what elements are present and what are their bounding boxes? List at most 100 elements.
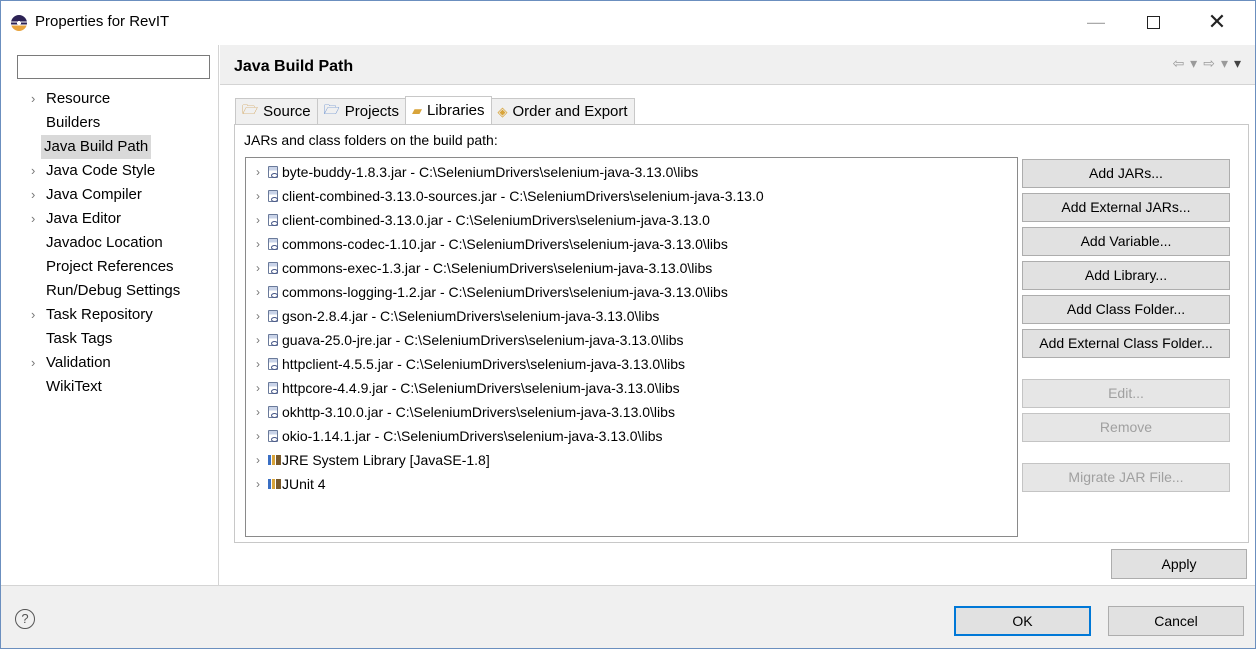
sidebar-item-java-compiler[interactable]: › Java Compiler <box>1 183 218 207</box>
sidebar-item-wikitext[interactable]: WikiText <box>1 375 218 399</box>
build-path-list[interactable]: › byte-buddy-1.8.3.jar - C:\SeleniumDrive… <box>245 157 1018 537</box>
chevron-right-icon[interactable]: › <box>31 207 35 231</box>
sidebar-item-project-references[interactable]: Project References <box>1 255 218 279</box>
add-external-class-folder-button[interactable]: Add External Class Folder... <box>1022 329 1230 358</box>
window-title: Properties for RevIT <box>35 13 170 30</box>
sidebar-item-task-tags[interactable]: Task Tags <box>1 327 218 351</box>
list-item-label: httpclient-4.5.5.jar - C:\SeleniumDriver… <box>282 356 686 372</box>
tab-projects[interactable]: 🗁 Projects <box>316 98 406 124</box>
sidebar-item-validation[interactable]: › Validation <box>1 351 218 375</box>
add-variable-button[interactable]: Add Variable... <box>1022 227 1230 256</box>
jar-icon <box>268 334 278 346</box>
ok-button[interactable]: OK <box>954 606 1091 636</box>
chevron-right-icon[interactable]: › <box>256 400 260 424</box>
list-item[interactable]: › okio-1.14.1.jar - C:\SeleniumDrivers\se… <box>246 424 1017 448</box>
chevron-right-icon[interactable]: › <box>256 304 260 328</box>
sidebar-item-builders[interactable]: Builders <box>1 111 218 135</box>
sidebar-item-label: Java Editor <box>46 210 122 227</box>
list-item[interactable]: › commons-logging-1.2.jar - C:\SeleniumDr… <box>246 280 1017 304</box>
chevron-right-icon[interactable]: › <box>256 232 260 256</box>
tab-order-and-export[interactable]: ◈ Order and Export <box>490 98 635 124</box>
chevron-right-icon[interactable]: › <box>256 184 260 208</box>
list-item-label: commons-codec-1.10.jar - C:\SeleniumDriv… <box>282 236 728 252</box>
sidebar-item-label: Javadoc Location <box>46 234 163 251</box>
projects-folder-icon: 🗁 <box>323 101 340 117</box>
list-item-label: okhttp-3.10.0.jar - C:\SeleniumDrivers\s… <box>282 404 675 420</box>
tab-source[interactable]: 🗁 Source <box>235 98 318 124</box>
edit-button[interactable]: Edit... <box>1022 379 1230 408</box>
list-item[interactable]: › JRE System Library [JavaSE-1.8] <box>246 448 1017 472</box>
page-header: Java Build Path ⇦ ▾ ⇨ ▾ ▾ <box>220 45 1255 85</box>
minimize-button[interactable]: — <box>1076 7 1116 37</box>
back-arrow-icon[interactable]: ⇦ <box>1172 55 1184 72</box>
tab-libraries[interactable]: ▰ Libraries <box>404 96 492 124</box>
chevron-right-icon[interactable]: › <box>256 256 260 280</box>
apply-button[interactable]: Apply <box>1111 549 1247 579</box>
sidebar-item-task-repository[interactable]: › Task Repository <box>1 303 218 327</box>
tab-label: Projects <box>344 103 399 120</box>
sidebar-item-run-debug-settings[interactable]: Run/Debug Settings <box>1 279 218 303</box>
page-title: Java Build Path <box>234 58 354 75</box>
list-item[interactable]: › commons-exec-1.3.jar - C:\SeleniumDrive… <box>246 256 1017 280</box>
maximize-button[interactable] <box>1133 7 1173 37</box>
list-item[interactable]: › JUnit 4 <box>246 472 1017 496</box>
chevron-right-icon[interactable]: › <box>31 351 35 375</box>
add-library-button[interactable]: Add Library... <box>1022 261 1230 290</box>
filter-input[interactable] <box>17 55 210 79</box>
help-icon[interactable]: ? <box>15 609 35 629</box>
list-item[interactable]: › okhttp-3.10.0.jar - C:\SeleniumDrivers\… <box>246 400 1017 424</box>
list-item[interactable]: › client-combined-3.13.0-sources.jar - C:… <box>246 184 1017 208</box>
chevron-right-icon[interactable]: › <box>31 87 35 111</box>
sidebar-item-resource[interactable]: › Resource <box>1 87 218 111</box>
chevron-right-icon[interactable]: › <box>256 208 260 232</box>
jar-icon <box>268 166 278 178</box>
sidebar-item-javadoc-location[interactable]: Javadoc Location <box>1 231 218 255</box>
list-item[interactable]: › httpcore-4.4.9.jar - C:\SeleniumDrivers… <box>246 376 1017 400</box>
chevron-right-icon[interactable]: › <box>31 183 35 207</box>
chevron-right-icon[interactable]: › <box>256 280 260 304</box>
forward-dropdown-icon[interactable]: ▾ <box>1221 55 1228 72</box>
sidebar-item-java-editor[interactable]: › Java Editor <box>1 207 218 231</box>
chevron-right-icon[interactable]: › <box>256 160 260 184</box>
right-panel: Java Build Path ⇦ ▾ ⇨ ▾ ▾ 🗁 Source 🗁 Proje… <box>220 45 1255 585</box>
list-item[interactable]: › gson-2.8.4.jar - C:\SeleniumDrivers\sel… <box>246 304 1017 328</box>
chevron-right-icon[interactable]: › <box>256 472 260 496</box>
add-jars-button[interactable]: Add JARs... <box>1022 159 1230 188</box>
list-item-label: JRE System Library [JavaSE-1.8] <box>282 452 490 468</box>
chevron-right-icon[interactable]: › <box>31 303 35 327</box>
add-class-folder-button[interactable]: Add Class Folder... <box>1022 295 1230 324</box>
jar-icon <box>268 382 278 394</box>
jar-icon <box>268 406 278 418</box>
chevron-right-icon[interactable]: › <box>31 159 35 183</box>
forward-arrow-icon[interactable]: ⇨ <box>1203 55 1215 72</box>
back-dropdown-icon[interactable]: ▾ <box>1190 55 1197 72</box>
sidebar-item-java-code-style[interactable]: › Java Code Style <box>1 159 218 183</box>
sidebar-item-label: Java Build Path <box>41 135 152 159</box>
jar-icon <box>268 286 278 298</box>
chevron-right-icon[interactable]: › <box>256 328 260 352</box>
list-item[interactable]: › client-combined-3.13.0.jar - C:\Seleniu… <box>246 208 1017 232</box>
remove-button[interactable]: Remove <box>1022 413 1230 442</box>
migrate-jar-file-button[interactable]: Migrate JAR File... <box>1022 463 1230 492</box>
chevron-right-icon[interactable]: › <box>256 424 260 448</box>
chevron-right-icon[interactable]: › <box>256 448 260 472</box>
list-item[interactable]: › byte-buddy-1.8.3.jar - C:\SeleniumDrive… <box>246 160 1017 184</box>
view-menu-icon[interactable]: ▾ <box>1234 55 1241 72</box>
list-item[interactable]: › httpclient-4.5.5.jar - C:\SeleniumDrive… <box>246 352 1017 376</box>
chevron-right-icon[interactable]: › <box>256 376 260 400</box>
jar-icon <box>268 310 278 322</box>
history-navigation: ⇦ ▾ ⇨ ▾ ▾ <box>1172 55 1241 72</box>
sidebar-item-label: Task Tags <box>46 330 113 347</box>
list-item-label: client-combined-3.13.0-sources.jar - C:\… <box>282 188 764 204</box>
cancel-button[interactable]: Cancel <box>1108 606 1244 636</box>
list-item-label: guava-25.0-jre.jar - C:\SeleniumDrivers\… <box>282 332 684 348</box>
tab-label: Source <box>263 103 311 120</box>
list-item[interactable]: › guava-25.0-jre.jar - C:\SeleniumDrivers… <box>246 328 1017 352</box>
sidebar-item-java-build-path[interactable]: Java Build Path <box>1 135 218 159</box>
list-item-label: commons-logging-1.2.jar - C:\SeleniumDri… <box>282 284 728 300</box>
add-external-jars-button[interactable]: Add External JARs... <box>1022 193 1230 222</box>
list-item-label: JUnit 4 <box>282 476 326 492</box>
chevron-right-icon[interactable]: › <box>256 352 260 376</box>
list-item[interactable]: › commons-codec-1.10.jar - C:\SeleniumDri… <box>246 232 1017 256</box>
close-button[interactable]: ✕ <box>1197 7 1237 37</box>
